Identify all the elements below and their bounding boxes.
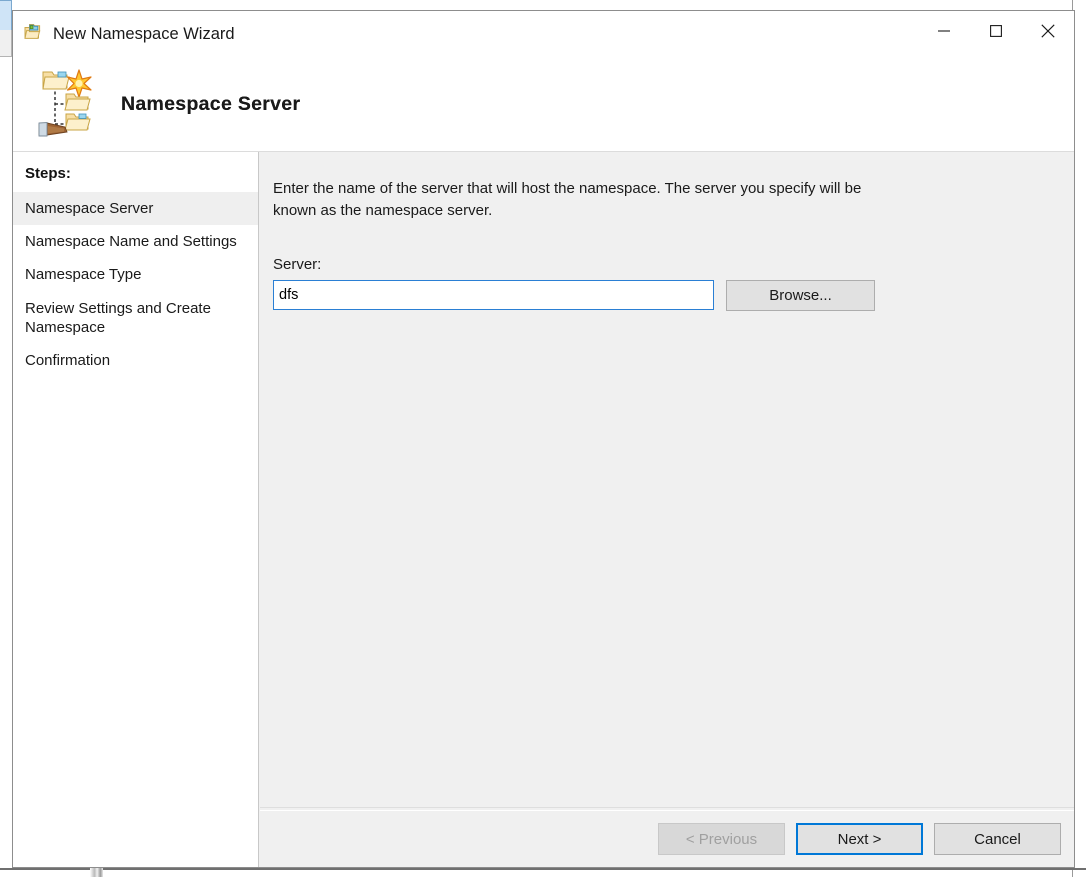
sidebar-item-label: Namespace Server bbox=[25, 200, 154, 217]
next-button[interactable]: Next > bbox=[796, 823, 923, 855]
dialog-body: Steps: Namespace Server Namespace Name a… bbox=[13, 152, 1074, 867]
previous-button[interactable]: < Previous bbox=[658, 823, 785, 855]
background-bottom-edge bbox=[0, 868, 1086, 870]
sidebar-item-confirmation[interactable]: Confirmation bbox=[13, 344, 258, 377]
minimize-icon bbox=[938, 25, 950, 40]
window-title: New Namespace Wizard bbox=[53, 25, 235, 43]
content-wrapper: Enter the name of the server that will h… bbox=[259, 152, 1074, 867]
background-window-left-chip bbox=[0, 0, 12, 32]
close-icon bbox=[1041, 23, 1055, 41]
wizard-banner: Namespace Server bbox=[13, 58, 1074, 152]
sidebar-item-label: Namespace Type bbox=[25, 266, 142, 284]
maximize-button[interactable] bbox=[970, 11, 1022, 53]
new-namespace-wizard-dialog: New Namespace Wizard Namespace Server St… bbox=[12, 10, 1075, 868]
server-field-label: Server: bbox=[273, 255, 322, 273]
steps-sidebar: Steps: Namespace Server Namespace Name a… bbox=[13, 152, 259, 867]
page-title: Namespace Server bbox=[121, 93, 301, 115]
namespace-tree-hand-icon bbox=[35, 66, 97, 143]
browse-button[interactable]: Browse... bbox=[726, 279, 875, 311]
window-controls bbox=[918, 11, 1074, 53]
dialog-footer: < Previous Next > Cancel bbox=[259, 811, 1074, 867]
sidebar-item-label: Confirmation bbox=[25, 351, 111, 369]
sidebar-item-label: Namespace Name and Settings bbox=[25, 233, 237, 251]
instruction-text: Enter the name of the server that will h… bbox=[273, 180, 862, 219]
cancel-button[interactable]: Cancel bbox=[934, 823, 1061, 855]
sidebar-item-review-settings-and-create-namespace[interactable]: Review Settings and Create Namespace bbox=[13, 292, 258, 344]
sidebar-item-namespace-name-and-settings[interactable]: Namespace Name and Settings bbox=[13, 225, 258, 258]
server-field-row: Browse... bbox=[273, 279, 1046, 311]
sidebar-item-namespace-server[interactable]: Namespace Server bbox=[13, 192, 258, 226]
background-window-left-chip-secondary bbox=[0, 30, 12, 57]
title-bar[interactable]: New Namespace Wizard bbox=[13, 11, 1074, 58]
server-input[interactable] bbox=[273, 279, 714, 310]
steps-heading: Steps: bbox=[25, 165, 71, 182]
sidebar-item-label: Review Settings and Create Namespace bbox=[25, 299, 211, 336]
namespace-folder-icon bbox=[24, 23, 44, 46]
close-button[interactable] bbox=[1022, 11, 1074, 53]
content-pane: Enter the name of the server that will h… bbox=[259, 152, 1074, 807]
minimize-button[interactable] bbox=[918, 11, 970, 53]
maximize-icon bbox=[990, 24, 1002, 40]
title-bar-left: New Namespace Wizard bbox=[13, 11, 235, 46]
sidebar-item-namespace-type[interactable]: Namespace Type bbox=[13, 258, 258, 291]
